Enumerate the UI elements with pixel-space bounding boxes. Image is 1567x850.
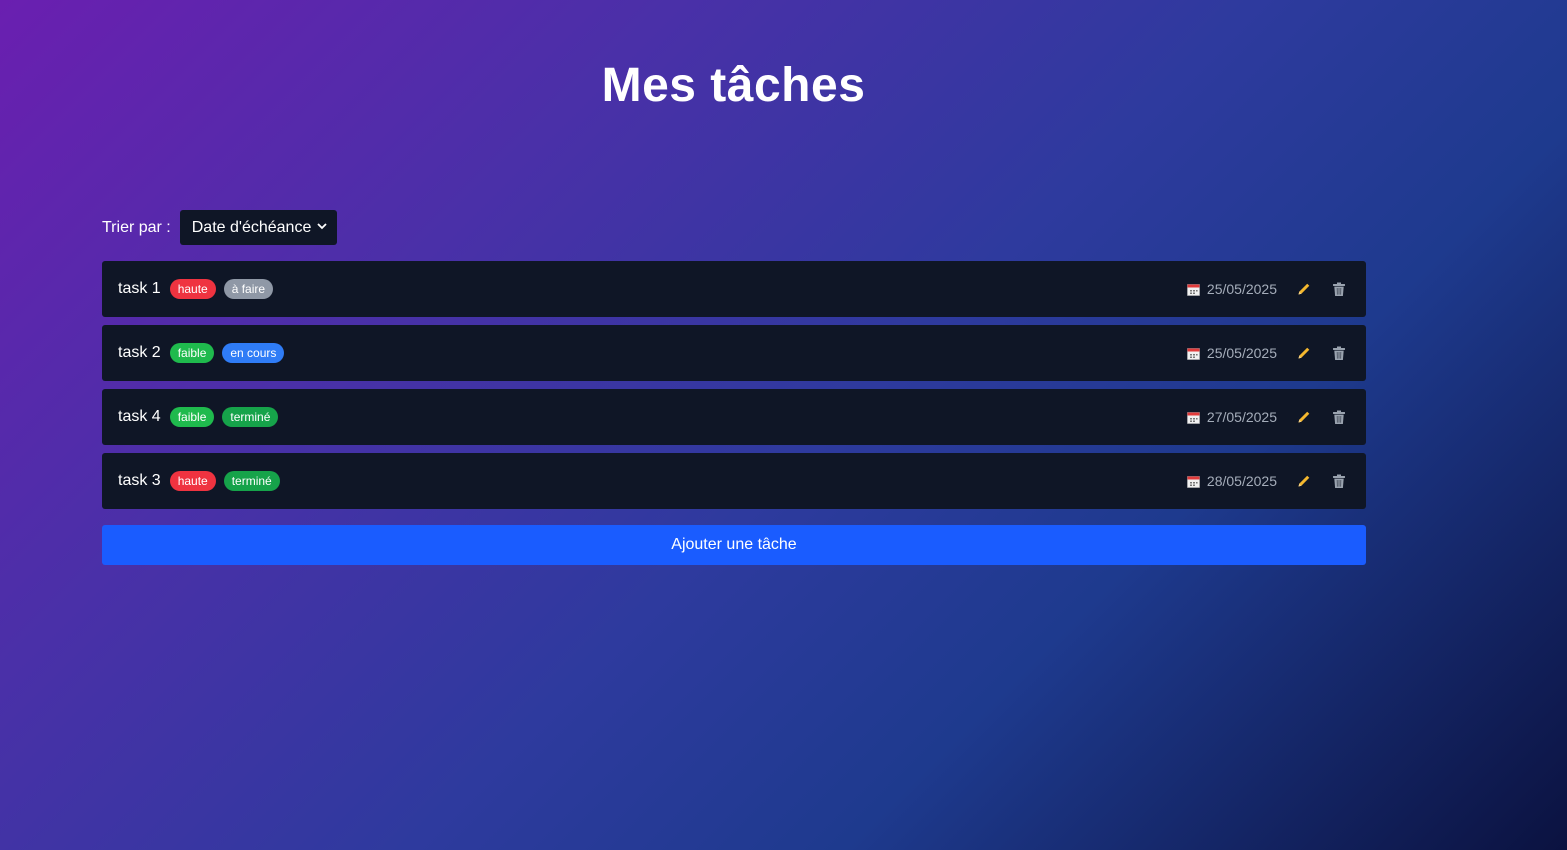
pencil-icon <box>1298 347 1310 359</box>
trash-icon <box>1333 282 1345 296</box>
status-badge: à faire <box>223 279 274 299</box>
edit-button[interactable] <box>1295 472 1313 490</box>
calendar-icon <box>1187 283 1200 296</box>
calendar-icon <box>1187 475 1200 488</box>
task-due-date: 27/05/2025 <box>1206 409 1277 425</box>
task-row: task 3 haute terminé 28/05/2025 <box>102 453 1366 509</box>
status-badge: terminé <box>222 407 279 427</box>
task-name: task 4 <box>118 408 161 425</box>
task-due-date: 28/05/2025 <box>1206 473 1277 489</box>
calendar-icon <box>1187 411 1200 424</box>
task-list: task 1 haute à faire 25/05/2025 task 2 f… <box>102 261 1366 509</box>
trash-icon <box>1333 474 1345 488</box>
trash-icon <box>1333 346 1345 360</box>
add-task-button[interactable]: Ajouter une tâche <box>102 525 1366 565</box>
task-due-date: 25/05/2025 <box>1206 345 1277 361</box>
priority-badge: haute <box>169 471 216 491</box>
task-row: task 4 faible terminé 27/05/2025 <box>102 389 1366 445</box>
pencil-icon <box>1298 411 1310 423</box>
delete-button[interactable] <box>1330 408 1348 426</box>
sort-label: Trier par : <box>102 218 171 236</box>
task-name: task 2 <box>118 344 161 361</box>
pencil-icon <box>1298 475 1310 487</box>
sort-selected-value: Date d'échéance <box>191 218 312 236</box>
edit-button[interactable] <box>1295 344 1313 362</box>
priority-badge: haute <box>169 279 216 299</box>
trash-icon <box>1333 410 1345 424</box>
task-name: task 3 <box>118 472 161 489</box>
edit-button[interactable] <box>1295 408 1313 426</box>
page-title: Mes tâches <box>601 59 866 112</box>
pencil-icon <box>1298 283 1310 295</box>
delete-button[interactable] <box>1330 472 1348 490</box>
priority-badge: faible <box>169 407 215 427</box>
chevron-down-icon <box>317 222 327 233</box>
sort-bar: Trier par : Date d'échéance <box>102 210 337 245</box>
delete-button[interactable] <box>1330 344 1348 362</box>
sort-select[interactable]: Date d'échéance <box>179 210 337 245</box>
task-name: task 1 <box>118 280 161 297</box>
calendar-icon <box>1187 347 1200 360</box>
priority-badge: faible <box>169 343 215 363</box>
edit-button[interactable] <box>1295 280 1313 298</box>
task-due-date: 25/05/2025 <box>1206 281 1277 297</box>
task-row: task 1 haute à faire 25/05/2025 <box>102 261 1366 317</box>
status-badge: terminé <box>223 471 280 491</box>
delete-button[interactable] <box>1330 280 1348 298</box>
task-row: task 2 faible en cours 25/05/2025 <box>102 325 1366 381</box>
status-badge: en cours <box>222 343 285 363</box>
